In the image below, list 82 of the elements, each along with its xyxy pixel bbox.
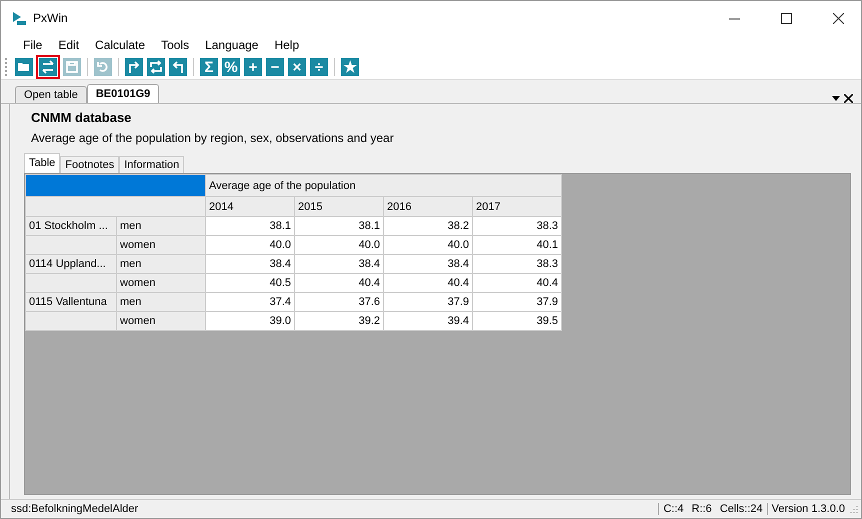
maximize-icon <box>780 12 792 24</box>
table-cell: 40.4 <box>294 274 384 292</box>
rotate-arrows-icon <box>149 60 163 74</box>
calculate-button[interactable]: × <box>287 57 307 77</box>
calculate-button[interactable]: % <box>221 57 241 77</box>
calculate-button[interactable]: ★ <box>340 57 360 77</box>
region-cell: 0115 Vallentuna <box>26 292 116 312</box>
data-source: ssd:BefolkningMedelAlder <box>10 503 140 515</box>
table-cell: 40.0 <box>294 236 384 254</box>
menu-item[interactable]: Help <box>266 38 308 52</box>
calculate-button[interactable]: − <box>265 57 285 77</box>
pivot-left-button[interactable] <box>168 57 188 77</box>
table-cell: 39.0 <box>206 312 294 330</box>
turn-right-arrow-icon <box>127 60 141 74</box>
table-cell: 40.4 <box>384 274 472 292</box>
table-cell: 39.4 <box>384 312 472 330</box>
document-tab[interactable]: BE0101G9 <box>86 84 160 103</box>
menu-item[interactable]: Tools <box>153 38 198 52</box>
region-cell: 01 Stockholm ... <box>26 216 116 236</box>
table-cell: 38.2 <box>384 216 472 236</box>
view-tab[interactable]: Information <box>119 156 184 173</box>
table-cell: 40.0 <box>206 236 294 254</box>
sex-cell: women <box>116 274 206 292</box>
table-cell: 38.4 <box>206 254 294 274</box>
document-tab[interactable]: Open table <box>15 86 87 103</box>
column-count: C::4 <box>658 503 688 515</box>
table-cell: 40.1 <box>472 236 562 254</box>
version-label: Version 1.3.0.0 <box>766 503 849 515</box>
turn-left-arrow-icon <box>171 60 185 74</box>
sex-cell: women <box>116 236 206 254</box>
pivot-right-button[interactable] <box>124 57 144 77</box>
pivot-button[interactable] <box>36 55 60 79</box>
sex-cell: women <box>116 312 206 330</box>
dropdown-caret-icon[interactable] <box>832 96 840 101</box>
table-cell: 37.6 <box>294 292 384 312</box>
menu-item[interactable]: Calculate <box>87 38 154 52</box>
table-description: Average age of the population by region, sex, observations and year <box>31 131 395 145</box>
resize-grip-icon <box>849 504 859 514</box>
sex-cell: men <box>116 216 206 236</box>
database-title: CNMM database <box>31 110 132 125</box>
year-heading: 2014 <box>206 196 294 216</box>
selection-corner[interactable] <box>26 174 206 196</box>
cell-count: Cells::24 <box>718 503 764 515</box>
row-count: R::6 <box>690 503 713 515</box>
undo-icon <box>96 60 110 74</box>
table-cell: 37.9 <box>384 292 472 312</box>
calculate-button[interactable]: + <box>243 57 263 77</box>
year-heading: 2017 <box>472 196 562 216</box>
table-cell: 38.3 <box>472 254 562 274</box>
table-cell: 40.4 <box>472 274 562 292</box>
year-heading: 2015 <box>294 196 384 216</box>
table-cell: 40.0 <box>384 236 472 254</box>
menu-item[interactable]: Language <box>197 38 266 52</box>
table-cell: 40.5 <box>206 274 294 292</box>
app-logo-icon <box>11 10 27 26</box>
table-cell: 37.4 <box>206 292 294 312</box>
table-cell: 39.2 <box>294 312 384 330</box>
menu-item[interactable]: File <box>15 38 50 52</box>
close-icon[interactable] <box>844 94 853 103</box>
menu-item[interactable]: Edit <box>50 38 88 52</box>
window-title: PxWin <box>33 11 69 25</box>
table-cell: 38.4 <box>294 254 384 274</box>
table-cell: 37.9 <box>472 292 562 312</box>
swap-arrows-icon <box>41 60 55 74</box>
table-cell: 38.1 <box>206 216 294 236</box>
close-icon <box>832 12 844 24</box>
view-tab[interactable]: Table <box>24 153 60 173</box>
year-heading: 2016 <box>384 196 472 216</box>
column-heading: Average age of the population <box>206 174 562 196</box>
table-cell: 38.4 <box>384 254 472 274</box>
region-cell: 0114 Uppland... <box>26 254 116 274</box>
table-cell: 39.5 <box>472 312 562 330</box>
open-button[interactable] <box>14 57 34 77</box>
sex-cell: men <box>116 254 206 274</box>
calculate-button[interactable]: ÷ <box>309 57 329 77</box>
rotate-button[interactable] <box>146 57 166 77</box>
sex-cell: men <box>116 292 206 312</box>
view-tab[interactable]: Footnotes <box>60 156 120 173</box>
calculate-button[interactable]: Σ <box>199 57 219 77</box>
folder-icon <box>17 60 31 74</box>
table-cell: 38.1 <box>294 216 384 236</box>
table-cell: 38.3 <box>472 216 562 236</box>
